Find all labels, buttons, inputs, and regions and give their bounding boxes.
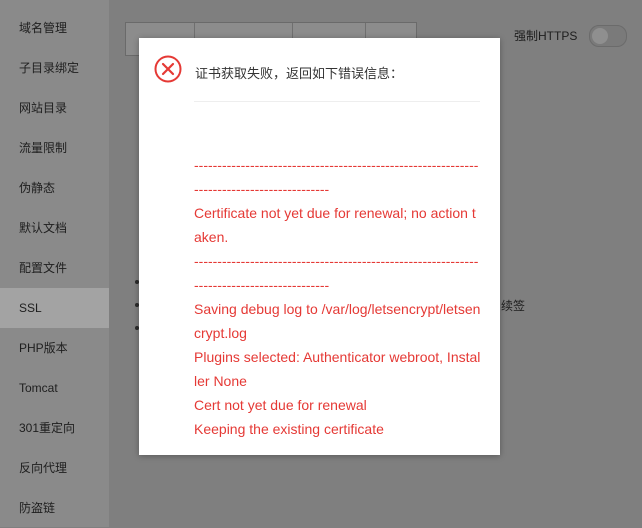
sidebar-item-label: 配置文件 [19, 261, 68, 275]
sidebar-item-site-dir[interactable]: 网站目录 [0, 88, 109, 128]
sidebar-item-label: 流量限制 [19, 141, 68, 155]
sidebar-item-traffic-limit[interactable]: 流量限制 [0, 128, 109, 168]
sidebar-item-label: 默认文档 [19, 221, 68, 235]
sidebar-item-php-version[interactable]: PHP版本 [0, 328, 109, 368]
sidebar-item-config-file[interactable]: 配置文件 [0, 248, 109, 288]
sidebar-item-rewrite[interactable]: 伪静态 [0, 168, 109, 208]
sidebar-item-subdir[interactable]: 子目录绑定 [0, 48, 109, 88]
dialog-title: 证书获取失败，返回如下错误信息： [195, 66, 404, 81]
sidebar-item-reverse-proxy[interactable]: 反向代理 [0, 448, 109, 488]
sidebar-item-label: 子目录绑定 [19, 61, 80, 75]
force-https-toggle[interactable] [589, 25, 627, 47]
sidebar-item-label: 伪静态 [19, 181, 56, 195]
sidebar-item-label: 反向代理 [19, 461, 68, 475]
renewal-hint-text: 续签 [501, 299, 526, 313]
log-line: Keeping the existing certificate [194, 421, 384, 437]
log-line: Plugins selected: Authenticator webroot,… [194, 349, 481, 389]
log-line: Cert not yet due for renewal [194, 397, 367, 413]
sidebar-item-hotlink[interactable]: 防盗链 [0, 488, 109, 528]
error-log: ----------------------------------------… [194, 153, 482, 441]
sidebar-item-default-doc[interactable]: 默认文档 [0, 208, 109, 248]
log-line: Certificate not yet due for renewal; no … [194, 205, 476, 245]
log-line: ----------------------------------------… [194, 157, 479, 197]
sidebar-item-label: 防盗链 [19, 501, 56, 515]
log-line: ----------------------------------------… [194, 253, 479, 293]
close-circle-icon [154, 55, 182, 83]
sidebar: 域名管理 子目录绑定 网站目录 流量限制 伪静态 默认文档 配置文件 SSL P… [0, 0, 109, 527]
sidebar-item-label: 301重定向 [19, 421, 76, 435]
sidebar-item-label: PHP版本 [19, 341, 68, 355]
dialog-divider [194, 101, 480, 102]
toggle-knob [592, 28, 608, 44]
sidebar-item-redirect-301[interactable]: 301重定向 [0, 408, 109, 448]
sidebar-item-domain[interactable]: 域名管理 [0, 8, 109, 48]
error-dialog: 证书获取失败，返回如下错误信息： -----------------------… [139, 38, 500, 455]
sidebar-item-label: 域名管理 [19, 21, 68, 35]
sidebar-item-label: 网站目录 [19, 101, 68, 115]
sidebar-item-tomcat[interactable]: Tomcat [0, 368, 109, 408]
sidebar-item-label: Tomcat [19, 381, 58, 395]
sidebar-item-ssl[interactable]: SSL [0, 288, 109, 328]
log-line: Saving debug log to /var/log/letsencrypt… [194, 301, 481, 341]
sidebar-item-label: SSL [19, 301, 42, 315]
force-https-label: 强制HTTPS [514, 29, 578, 43]
